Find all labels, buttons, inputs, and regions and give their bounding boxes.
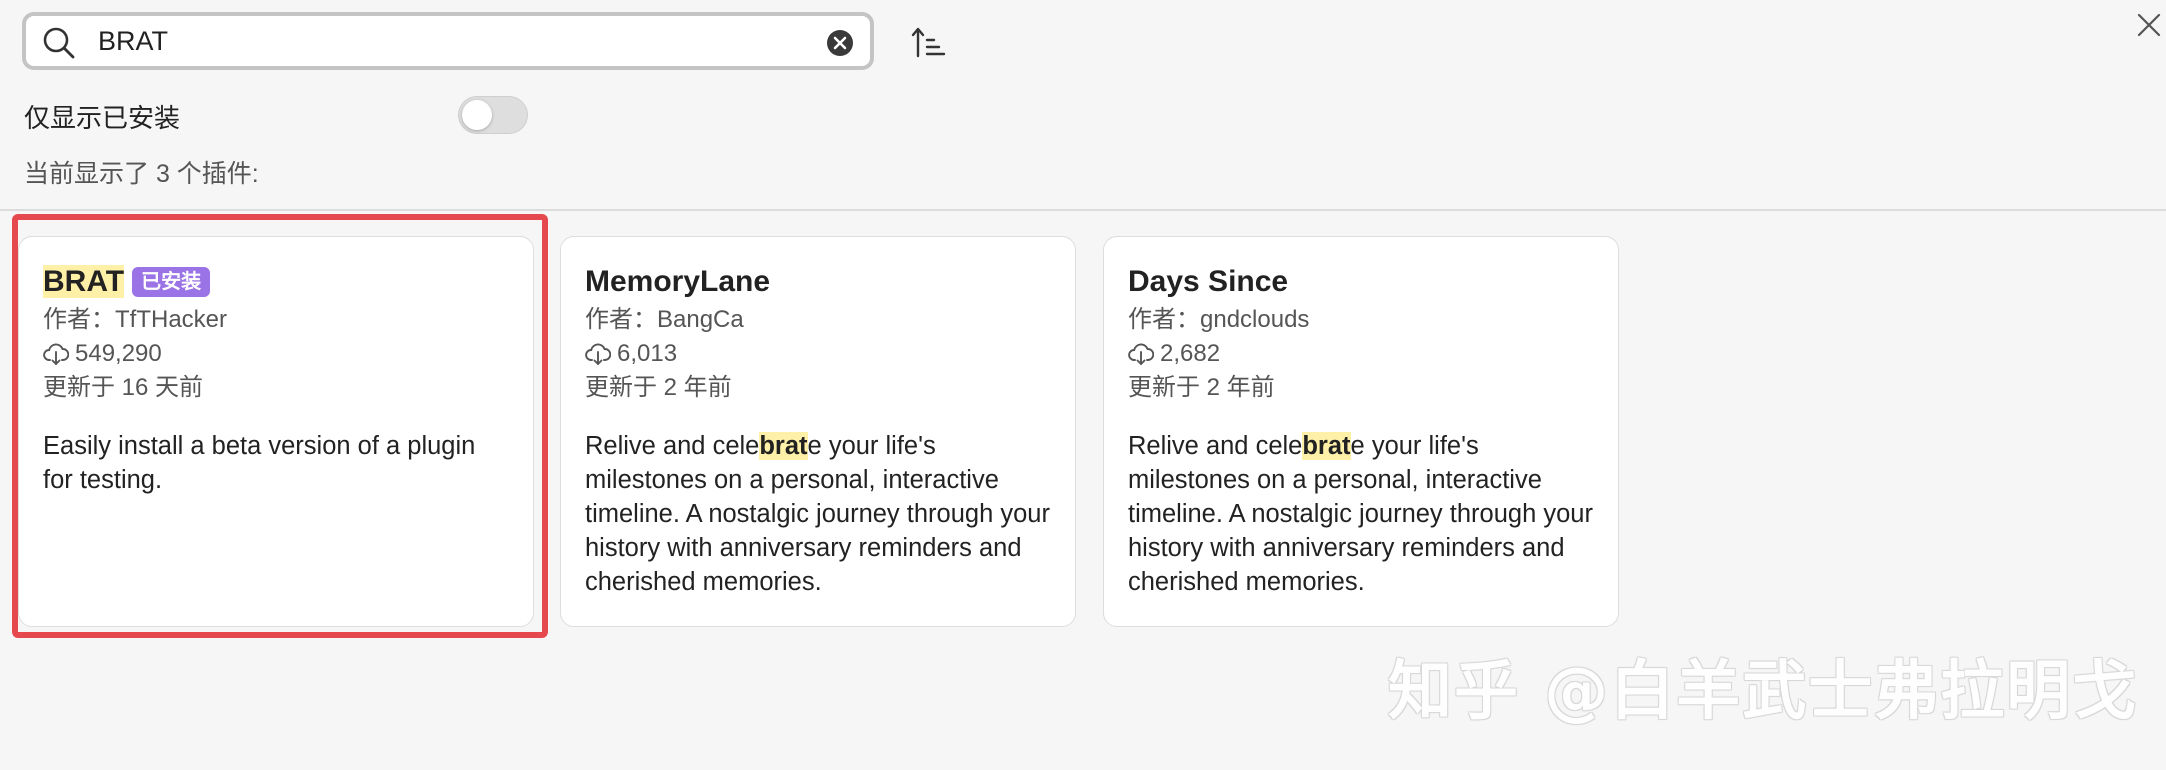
close-icon[interactable] [2134,10,2164,40]
installed-only-label: 仅显示已安装 [24,103,181,133]
installed-badge: 已安装 [132,267,211,297]
plugin-title-rest: MemoryLane [585,265,771,298]
toggle-knob [462,100,492,130]
plugin-title: Days Since [1128,265,1288,299]
divider [0,209,2166,211]
plugin-title-row: Days Since [1128,263,1596,301]
plugin-title: BRAT [43,265,125,299]
clear-icon[interactable] [826,29,854,57]
plugin-title-rest: Days Since [1128,265,1289,298]
search-input[interactable] [98,22,818,60]
plugin-updated: 更新于 16 天前 [43,374,204,401]
results-count: 当前显示了 3 个插件: [24,160,259,188]
download-icon [585,343,611,365]
plugin-downloads: 549,290 [43,337,511,371]
plugin-card-content: Days Since 作者：gndclouds 2,682 更新于 2 年前 R… [1128,263,1596,599]
plugin-title-match: BRAT [43,265,125,298]
plugin-card-days-since[interactable]: Days Since 作者：gndclouds 2,682 更新于 2 年前 R… [1103,236,1619,627]
sort-ascending-icon[interactable] [910,24,950,64]
plugin-card-memorylane[interactable]: MemoryLane 作者：BangCa 6,013 更新于 2 年前 Reli… [560,236,1076,627]
download-icon [43,343,69,365]
plugin-download-count: 2,682 [1160,340,1221,367]
plugin-title-row: BRAT 已安装 [43,263,511,301]
plugin-card-content: BRAT 已安装 作者：TfTHacker 549,290 更新于 16 天前 … [43,263,511,497]
plugin-desc-before: Relive and cele [1128,432,1303,460]
plugin-author: 作者：BangCa [585,306,744,333]
plugin-download-count: 6,013 [617,340,678,367]
plugin-card-content: MemoryLane 作者：BangCa 6,013 更新于 2 年前 Reli… [585,263,1053,599]
plugin-author: 作者：TfTHacker [43,306,228,333]
plugin-author: 作者：gndclouds [1128,306,1310,333]
plugin-downloads: 2,682 [1128,337,1596,371]
watermark: 知乎 @白羊武士弗拉明戈 [1388,655,2139,729]
plugin-downloads: 6,013 [585,337,1053,371]
plugin-card-brat[interactable]: BRAT 已安装 作者：TfTHacker 549,290 更新于 16 天前 … [18,236,534,627]
plugin-desc-match: brat [1302,432,1351,460]
search-icon [43,27,75,59]
plugin-description: Relive and celebrate your life's milesto… [1128,429,1596,599]
plugin-desc-before: Easily install a beta version of a plugi… [43,432,476,494]
plugin-title: MemoryLane [585,265,770,299]
plugin-desc-match: brat [759,432,808,460]
plugin-updated: 更新于 2 年前 [585,374,732,401]
installed-only-toggle[interactable] [458,96,528,134]
search-bar[interactable] [22,12,874,70]
plugin-title-row: MemoryLane [585,263,1053,301]
plugin-description: Relive and celebrate your life's milesto… [585,429,1053,599]
plugin-description: Easily install a beta version of a plugi… [43,429,511,497]
download-icon [1128,343,1154,365]
plugin-download-count: 549,290 [75,340,162,367]
plugin-desc-before: Relive and cele [585,432,760,460]
plugin-updated: 更新于 2 年前 [1128,374,1275,401]
